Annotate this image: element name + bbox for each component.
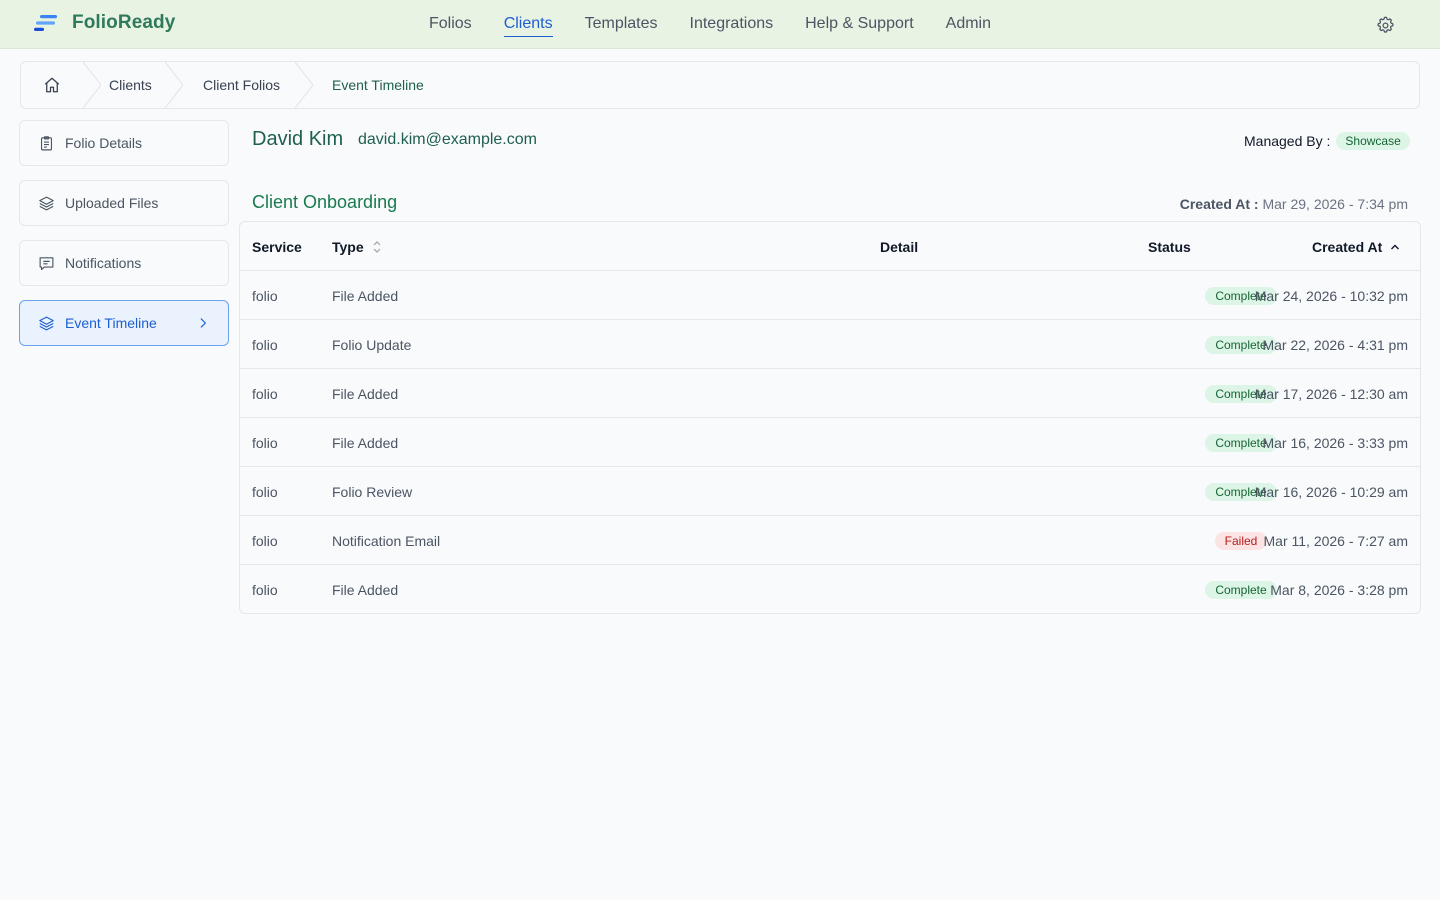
status-badge: Failed <box>1214 532 1268 550</box>
table-row[interactable]: folio Folio Review Complete Mar 16, 2026… <box>240 467 1420 516</box>
cell-created-at: Mar 11, 2026 - 7:27 am <box>1263 533 1408 549</box>
sidebar-item-uploaded-files[interactable]: Uploaded Files <box>19 180 229 226</box>
cell-created-at: Mar 24, 2026 - 10:32 pm <box>1254 288 1408 304</box>
breadcrumb-event-timeline: Event Timeline <box>332 77 424 93</box>
cell-created-at: Mar 22, 2026 - 4:31 pm <box>1262 337 1408 353</box>
cell-created-at: Mar 17, 2026 - 12:30 am <box>1254 386 1408 402</box>
table-header: Service Type Detail Status Created At <box>240 222 1420 271</box>
cell-type: File Added <box>332 582 399 598</box>
cell-created-at: Mar 16, 2026 - 10:29 am <box>1254 484 1408 500</box>
nav-clients[interactable]: Clients <box>503 15 553 37</box>
brand[interactable]: FolioReady <box>34 12 175 34</box>
cell-type: File Added <box>332 435 399 451</box>
breadcrumb-separator-icon <box>295 62 313 108</box>
table-row[interactable]: folio File Added Complete Mar 17, 2026 -… <box>240 369 1420 418</box>
section-created-at: Created At : Mar 29, 2026 - 7:34 pm <box>1180 196 1408 212</box>
breadcrumb-client-folios[interactable]: Client Folios <box>203 77 280 93</box>
cell-service: folio <box>252 533 278 549</box>
header-created-label: Created At <box>1312 239 1383 255</box>
nav-help-support[interactable]: Help & Support <box>805 15 914 37</box>
header-service: Service <box>252 239 302 255</box>
managed-by-label: Managed By : <box>1244 133 1331 149</box>
header-created-at[interactable]: Created At <box>1312 239 1400 255</box>
sort-icon <box>373 241 381 253</box>
top-navbar: FolioReady Folios Clients Templates Inte… <box>0 0 1440 49</box>
cell-service: folio <box>252 337 278 353</box>
table-row[interactable]: folio File Added Complete Mar 16, 2026 -… <box>240 418 1420 467</box>
sort-ascending-icon <box>1391 244 1400 250</box>
sidebar-item-label: Event Timeline <box>65 315 157 331</box>
cell-service: folio <box>252 582 278 598</box>
sidebar-item-label: Notifications <box>65 255 142 271</box>
breadcrumb: Clients Client Folios Event Timeline <box>20 61 1420 109</box>
nav-admin[interactable]: Admin <box>946 15 991 37</box>
cell-type: File Added <box>332 386 399 402</box>
breadcrumb-clients[interactable]: Clients <box>109 77 152 93</box>
cell-type: File Added <box>332 288 399 304</box>
layers-icon <box>39 196 54 210</box>
sidebar-item-notifications[interactable]: Notifications <box>19 240 229 286</box>
section-title: Client Onboarding <box>252 192 398 212</box>
brand-name: FolioReady <box>72 12 176 33</box>
breadcrumb-home[interactable] <box>21 62 83 108</box>
header-type-label: Type <box>332 239 364 255</box>
event-table: Service Type Detail Status Created At fo… <box>239 221 1421 614</box>
table-row[interactable]: folio Folio Update Complete Mar 22, 2026… <box>240 320 1420 369</box>
sidebar-item-folio-details[interactable]: Folio Details <box>19 120 229 166</box>
header-detail: Detail <box>880 239 919 255</box>
client-name: David Kim <box>252 128 344 150</box>
cell-service: folio <box>252 484 278 500</box>
header-type[interactable]: Type <box>332 239 382 255</box>
nav-templates[interactable]: Templates <box>585 15 658 37</box>
gear-icon[interactable] <box>1376 16 1395 35</box>
cell-created-at: Mar 16, 2026 - 3:33 pm <box>1262 435 1408 451</box>
managed-by-badge: Showcase <box>1336 132 1410 150</box>
main-nav: Folios Clients Templates Integrations He… <box>429 15 1023 37</box>
sidebar-item-event-timeline[interactable]: Event Timeline <box>19 300 229 346</box>
managed-by: Managed By : Showcase <box>1244 132 1410 150</box>
table-row[interactable]: folio File Added Complete Mar 24, 2026 -… <box>240 271 1420 320</box>
nav-integrations[interactable]: Integrations <box>690 15 774 37</box>
header-status: Status <box>1148 239 1191 255</box>
brand-logo-icon <box>34 15 57 31</box>
table-row[interactable]: folio File Added Complete Mar 8, 2026 - … <box>240 565 1420 613</box>
table-row[interactable]: folio Notification Email Failed Mar 11, … <box>240 516 1420 565</box>
created-at-value: Mar 29, 2026 - 7:34 pm <box>1262 196 1408 212</box>
status-badge: Complete <box>1205 581 1277 599</box>
home-icon <box>44 77 60 93</box>
cell-service: folio <box>252 435 278 451</box>
cell-type: Folio Update <box>332 337 412 353</box>
breadcrumb-separator-icon <box>83 62 101 108</box>
cell-service: folio <box>252 386 278 402</box>
cell-type: Folio Review <box>332 484 413 500</box>
cell-created-at: Mar 8, 2026 - 3:28 pm <box>1270 582 1408 598</box>
chevron-right-icon <box>200 318 207 328</box>
sidebar-item-label: Uploaded Files <box>65 195 159 211</box>
message-icon <box>39 256 54 270</box>
cell-type: Notification Email <box>332 533 441 549</box>
created-at-label: Created At : <box>1179 196 1259 212</box>
layers-icon <box>39 316 54 330</box>
client-email[interactable]: david.kim@example.com <box>358 131 537 149</box>
clipboard-icon <box>40 135 53 150</box>
breadcrumb-separator-icon <box>165 62 183 108</box>
sidebar-item-label: Folio Details <box>65 135 143 151</box>
cell-service: folio <box>252 288 278 304</box>
nav-folios[interactable]: Folios <box>429 15 472 37</box>
